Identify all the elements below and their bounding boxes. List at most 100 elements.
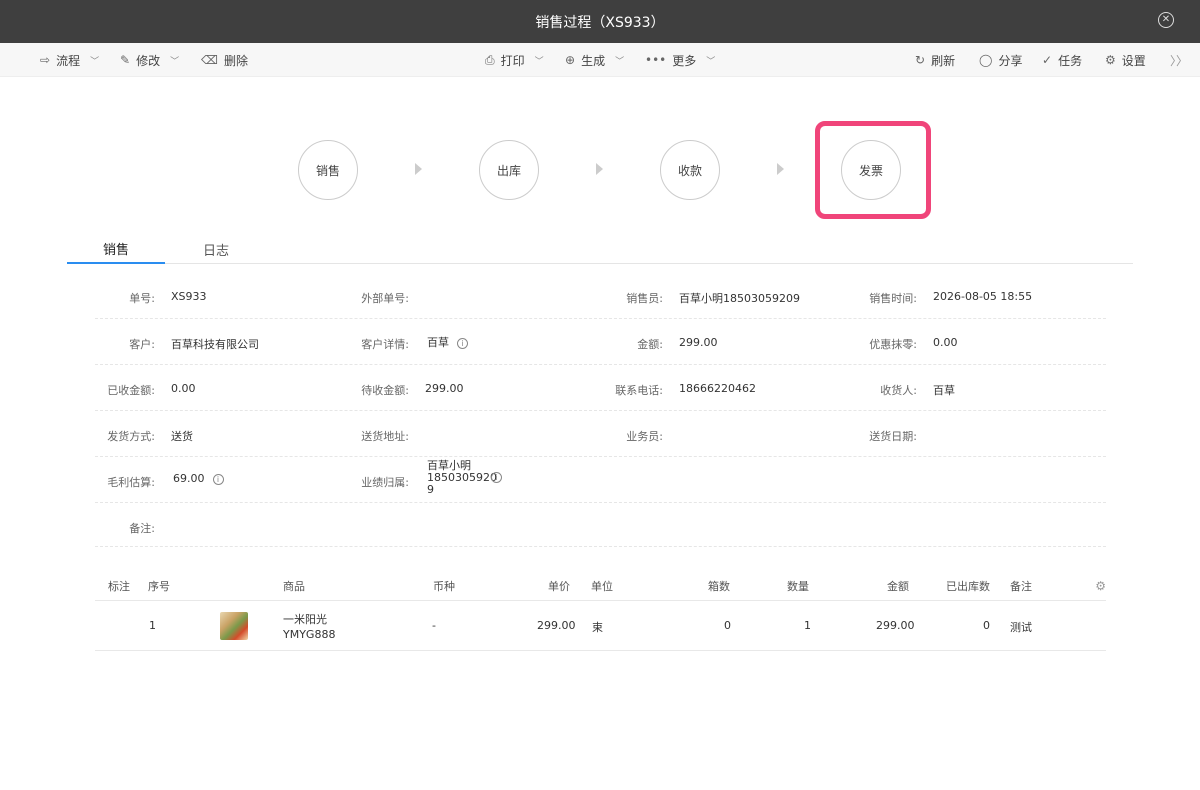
refresh-button[interactable]: ↻ 刷新 <box>915 43 955 77</box>
chat-bubble-icon: ◯ <box>979 53 993 67</box>
print-button[interactable]: ⎙ 打印 ﹀ <box>485 43 544 77</box>
field-label: 毛利估算: <box>107 476 155 489</box>
receiver-value: 百草 <box>933 384 955 397</box>
shipped-cell: 0 <box>983 619 990 632</box>
field-label: 已收金额: <box>107 384 155 397</box>
settings-button[interactable]: ⚙ 设置 <box>1105 43 1146 77</box>
column-header: 箱数 <box>708 580 730 593</box>
column-header: 商品 <box>283 580 305 593</box>
column-header: 金额 <box>887 580 909 593</box>
customer-detail-text: 百草 <box>427 336 449 349</box>
field-label: 金额: <box>637 338 663 351</box>
customer-value: 百草科技有限公司 <box>171 338 259 351</box>
chevron-down-icon: ﹀ <box>615 56 625 67</box>
more-label: 更多 <box>672 53 697 68</box>
field-label: 收货人: <box>880 384 917 397</box>
generate-button[interactable]: ⊕ 生成 ﹀ <box>565 43 624 77</box>
info-icon[interactable]: i <box>457 337 468 349</box>
tab-log[interactable]: 日志 <box>185 234 247 264</box>
product-code: YMYG888 <box>283 628 336 641</box>
step-outbound[interactable]: 出库 <box>479 140 539 200</box>
field-label: 客户详情: <box>361 338 409 351</box>
generate-label: 生成 <box>581 53 606 68</box>
info-icon[interactable]: i <box>491 472 502 483</box>
column-header: 序号 <box>148 580 170 593</box>
column-header: 单位 <box>591 580 613 593</box>
field-label: 联系电话: <box>615 384 663 397</box>
pending-amount-value: 299.00 <box>425 382 464 395</box>
chevron-down-icon: ﹀ <box>706 56 716 67</box>
remark-cell: 测试 <box>1010 621 1032 634</box>
step-arrow-icon <box>777 163 784 175</box>
amount-value: 299.00 <box>679 336 718 349</box>
product-name: 一米阳光 <box>283 613 327 626</box>
field-label: 发货方式: <box>107 430 155 443</box>
step-arrow-icon <box>415 163 422 175</box>
form-row: 备注: <box>95 503 1106 547</box>
phone-value: 18666220462 <box>679 382 756 395</box>
performance-owner-value: 百草小明 1850305920 9 <box>427 460 497 496</box>
expand-icon[interactable]: 〉〉 <box>1170 43 1188 77</box>
more-button[interactable]: ••• 更多 ﹀ <box>645 43 715 77</box>
performance-owner-line: 9 <box>427 483 434 496</box>
gross-profit-text: 69.00 <box>173 472 205 485</box>
column-header: 备注 <box>1010 580 1032 593</box>
delete-button[interactable]: ⌫ 删除 <box>201 43 248 77</box>
step-sale[interactable]: 销售 <box>298 140 358 200</box>
field-label: 业绩归属: <box>361 476 409 489</box>
amount-cell: 299.00 <box>876 619 915 632</box>
product-thumbnail <box>220 612 248 640</box>
chevron-down-icon: ﹀ <box>90 56 100 67</box>
field-label: 销售时间: <box>869 292 917 305</box>
field-label: 送货地址: <box>361 430 409 443</box>
delete-label: 删除 <box>223 53 248 68</box>
task-label: 任务 <box>1058 53 1083 68</box>
unit-price-cell: 299.00 <box>537 619 576 632</box>
column-settings-gear-icon[interactable]: ⚙ <box>1095 579 1106 593</box>
flow-icon: ⇨ <box>40 53 51 67</box>
chevron-down-icon: ﹀ <box>170 56 180 67</box>
row-divider <box>95 650 1106 651</box>
close-icon[interactable]: ✕ <box>1158 12 1174 28</box>
plus-circle-icon: ⊕ <box>565 53 576 67</box>
field-label: 待收金额: <box>361 384 409 397</box>
chevron-down-icon: ﹀ <box>534 56 544 67</box>
currency-cell: - <box>432 619 436 632</box>
boxes-cell: 0 <box>724 619 731 632</box>
refresh-label: 刷新 <box>931 53 956 68</box>
tab-bar: 销售 日志 <box>67 234 1133 264</box>
share-button[interactable]: ◯ 分享 <box>979 43 1022 77</box>
flow-button[interactable]: ⇨ 流程 ﹀ <box>40 43 99 77</box>
refresh-icon: ↻ <box>915 53 926 67</box>
window-titlebar: 销售过程（XS933） ✕ <box>0 0 1200 43</box>
flow-label: 流程 <box>56 53 81 68</box>
row-index: 1 <box>149 619 156 632</box>
column-header: 数量 <box>787 580 809 593</box>
step-payment[interactable]: 收款 <box>660 140 720 200</box>
form-row: 已收金额: 0.00 待收金额: 299.00 联系电话: 1866622046… <box>95 365 1106 411</box>
step-arrow-icon <box>596 163 603 175</box>
task-button[interactable]: ✓ 任务 <box>1042 43 1082 77</box>
settings-label: 设置 <box>1121 53 1146 68</box>
more-dots-icon: ••• <box>645 53 667 67</box>
edit-button[interactable]: ✎ 修改 ﹀ <box>120 43 179 77</box>
print-label: 打印 <box>500 53 525 68</box>
customer-detail-value: 百草 i <box>427 334 468 350</box>
column-header: 币种 <box>433 580 455 593</box>
column-header: 已出库数 <box>946 580 990 593</box>
window-title: 销售过程（XS933） <box>535 14 665 31</box>
received-amount-value: 0.00 <box>171 382 196 395</box>
field-label: 外部单号: <box>361 292 409 305</box>
discount-value: 0.00 <box>933 336 958 349</box>
info-icon[interactable]: i <box>212 473 224 485</box>
header-divider <box>95 600 1106 601</box>
check-circle-icon: ✓ <box>1042 53 1053 67</box>
tab-sale[interactable]: 销售 <box>67 234 165 264</box>
shipping-method-value: 送货 <box>171 430 193 443</box>
field-label: 业务员: <box>626 430 663 443</box>
sale-time-value: 2026-08-05 18:55 <box>933 290 1033 303</box>
gross-profit-value: 69.00 i <box>173 472 224 485</box>
invoice-highlight-box <box>815 121 931 219</box>
order-number-value: XS933 <box>171 290 207 303</box>
field-label: 备注: <box>129 522 155 535</box>
